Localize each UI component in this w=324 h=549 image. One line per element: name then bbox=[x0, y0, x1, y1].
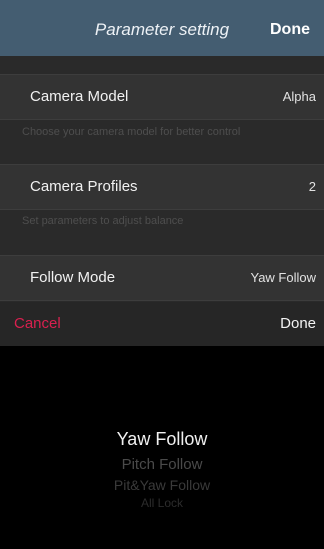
section-spacer bbox=[0, 56, 324, 74]
picker-done-button[interactable]: Done bbox=[280, 315, 316, 332]
follow-mode-row[interactable]: Follow Mode Yaw Follow bbox=[0, 255, 324, 301]
camera-profiles-label: Camera Profiles bbox=[30, 178, 138, 195]
picker-option[interactable]: Pitch Follow bbox=[0, 456, 324, 473]
picker-option-selected[interactable]: Yaw Follow bbox=[0, 429, 324, 450]
picker-option[interactable]: All Lock bbox=[0, 496, 324, 510]
camera-model-hint: Choose your camera model for better cont… bbox=[22, 126, 241, 138]
navigation-bar: Parameter setting Done bbox=[0, 0, 324, 56]
camera-model-label: Camera Model bbox=[30, 88, 129, 105]
camera-profiles-row[interactable]: Camera Profiles 2 bbox=[0, 164, 324, 210]
camera-profiles-value: 2 bbox=[308, 179, 316, 194]
settings-list: Camera Model Alpha Choose your camera mo… bbox=[0, 56, 324, 302]
picker-option[interactable]: Pit&Yaw Follow bbox=[0, 477, 324, 493]
picker-toolbar: Cancel Done bbox=[0, 302, 324, 346]
follow-mode-picker[interactable]: Yaw Follow Pitch Follow Pit&Yaw Follow A… bbox=[0, 346, 324, 549]
done-button[interactable]: Done bbox=[270, 21, 310, 39]
follow-mode-value: Yaw Follow bbox=[250, 270, 316, 285]
camera-profiles-hint: Set parameters to adjust balance bbox=[22, 215, 184, 227]
cancel-button[interactable]: Cancel bbox=[14, 315, 61, 332]
camera-model-value: Alpha bbox=[282, 89, 316, 104]
camera-model-row[interactable]: Camera Model Alpha bbox=[0, 74, 324, 120]
follow-mode-label: Follow Mode bbox=[30, 269, 116, 286]
